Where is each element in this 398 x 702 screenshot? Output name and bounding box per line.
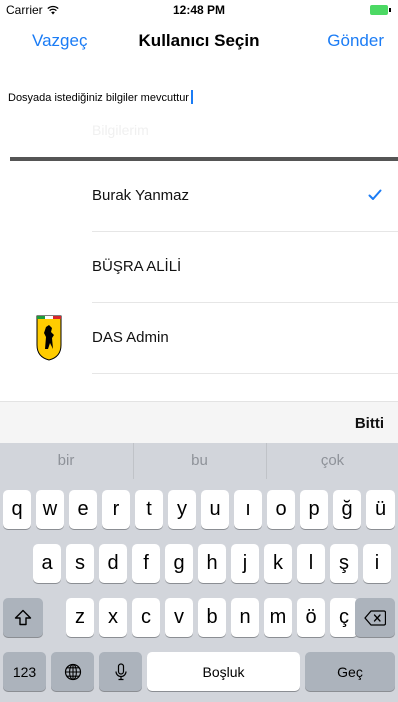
key-s-cedilla[interactable]: ş	[330, 544, 358, 583]
status-bar: Carrier 12:48 PM	[0, 0, 398, 20]
globe-key[interactable]	[51, 652, 94, 691]
key-o[interactable]: o	[267, 490, 295, 529]
key-x[interactable]: x	[99, 598, 127, 637]
key-u[interactable]: u	[201, 490, 229, 529]
navigation-bar: Vazgeç Kullanıcı Seçin Gönder	[0, 20, 398, 64]
key-n[interactable]: n	[231, 598, 259, 637]
key-v[interactable]: v	[165, 598, 193, 637]
keyboard: bir bu çok q w e r t y u ı o p ğ ü a s d…	[0, 443, 398, 702]
key-q[interactable]: q	[3, 490, 31, 529]
message-area[interactable]: Dosyada istediğiniz bilgiler mevcuttur B…	[0, 64, 398, 158]
key-j[interactable]: j	[231, 544, 259, 583]
suggestion-2[interactable]: bu	[133, 443, 265, 479]
message-text: Dosyada istediğiniz bilgiler mevcuttur	[8, 92, 189, 104]
screen: Carrier 12:48 PM Vazgeç Kullanıcı Seçin …	[0, 0, 398, 702]
key-h[interactable]: h	[198, 544, 226, 583]
suggestion-1[interactable]: bir	[0, 443, 132, 479]
key-u-umlaut[interactable]: ü	[366, 490, 395, 529]
key-c-cedilla[interactable]: ç	[330, 598, 358, 637]
suggestion-3[interactable]: çok	[266, 443, 398, 479]
checkmark-icon	[368, 189, 382, 200]
picker-row-burak-yanmaz[interactable]: Burak Yanmaz	[0, 161, 398, 232]
key-c[interactable]: c	[132, 598, 160, 637]
status-time: 12:48 PM	[172, 3, 226, 17]
key-f[interactable]: f	[132, 544, 160, 583]
numbers-key[interactable]: 123	[3, 652, 46, 691]
picker-row-label: DAS Admin	[92, 329, 169, 346]
key-g-breve[interactable]: ğ	[333, 490, 361, 529]
key-dotless-i[interactable]: ı	[234, 490, 262, 529]
backspace-icon	[364, 609, 386, 626]
picker-row-busra-alili[interactable]: BÜŞRA ALİLİ	[0, 232, 398, 303]
space-key[interactable]: Boşluk	[147, 652, 300, 691]
backspace-key[interactable]	[355, 598, 395, 637]
key-b[interactable]: b	[198, 598, 226, 637]
user-picker[interactable]: Burak Yanmaz BÜŞRA ALİLİ DAS Admin	[0, 161, 398, 401]
key-w[interactable]: w	[36, 490, 64, 529]
globe-icon	[64, 663, 81, 680]
picker-row-das-admin[interactable]: DAS Admin	[0, 303, 398, 374]
send-button[interactable]: Gönder	[327, 31, 384, 51]
key-p[interactable]: p	[300, 490, 328, 529]
key-g[interactable]: g	[165, 544, 193, 583]
text-caret	[190, 90, 193, 104]
key-i[interactable]: i	[363, 544, 391, 583]
battery-icon	[370, 5, 391, 15]
microphone-key[interactable]	[99, 652, 142, 691]
key-e[interactable]: e	[69, 490, 97, 529]
key-s[interactable]: s	[66, 544, 94, 583]
ghost-text: Bilgilerim	[92, 122, 149, 138]
done-button[interactable]: Bitti	[355, 415, 384, 432]
return-key[interactable]: Geç	[305, 652, 395, 691]
key-a[interactable]: a	[33, 544, 61, 583]
ferrari-logo-icon	[36, 315, 62, 361]
key-k[interactable]: k	[264, 544, 292, 583]
picker-row-label: Burak Yanmaz	[92, 187, 189, 204]
key-l[interactable]: l	[297, 544, 325, 583]
key-o-umlaut[interactable]: ö	[297, 598, 325, 637]
key-d[interactable]: d	[99, 544, 127, 583]
key-m[interactable]: m	[264, 598, 292, 637]
picker-row-label: BÜŞRA ALİLİ	[92, 258, 182, 275]
key-y[interactable]: y	[168, 490, 196, 529]
microphone-icon	[114, 662, 127, 680]
shift-key[interactable]	[3, 598, 43, 637]
message-text-field[interactable]: Dosyada istediğiniz bilgiler mevcuttur	[8, 90, 193, 104]
shift-arrow-icon	[14, 609, 32, 626]
row-divider	[92, 373, 398, 374]
key-r[interactable]: r	[102, 490, 130, 529]
suggestion-bar: bir bu çok	[0, 443, 398, 479]
key-t[interactable]: t	[135, 490, 163, 529]
key-z[interactable]: z	[66, 598, 94, 637]
keyboard-accessory-bar: Bitti	[0, 401, 398, 443]
